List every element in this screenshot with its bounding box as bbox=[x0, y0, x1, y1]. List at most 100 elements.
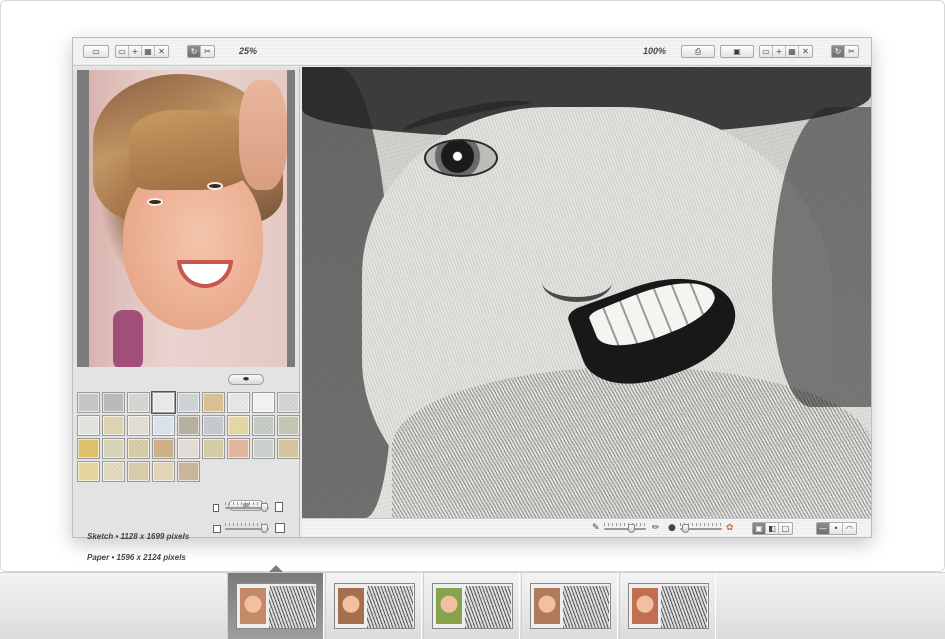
paper-swatch[interactable] bbox=[127, 415, 150, 436]
photo-hand bbox=[239, 80, 287, 190]
line-icon[interactable]: — bbox=[817, 523, 830, 534]
slider-knob[interactable] bbox=[628, 524, 635, 533]
sketch-size-label: Sketch • 1128 x 1699 pixels bbox=[87, 532, 190, 541]
dot-icon[interactable]: • bbox=[830, 523, 843, 534]
expand-icon[interactable]: ✕ bbox=[155, 46, 168, 57]
slider-ticks bbox=[604, 523, 648, 526]
paper-swatch[interactable] bbox=[151, 391, 176, 414]
paper-swatch[interactable] bbox=[127, 438, 150, 459]
paper-swatch[interactable] bbox=[152, 461, 175, 482]
thumbnail-photo bbox=[240, 588, 266, 624]
paper-swatch[interactable] bbox=[252, 392, 275, 413]
thumbnail-item[interactable] bbox=[619, 573, 716, 639]
paper-swatch[interactable] bbox=[202, 392, 225, 413]
preview-view-control[interactable]: ▭ + ▦ ✕ bbox=[759, 45, 813, 58]
thumbnail-photo bbox=[436, 588, 462, 624]
thumbnail-sketch bbox=[465, 586, 511, 628]
preview-edit-control[interactable]: ↻ ✂ bbox=[831, 45, 859, 58]
paper-swatch[interactable] bbox=[152, 415, 175, 436]
thumbnail-sketch bbox=[367, 586, 413, 628]
sketch-nose bbox=[542, 262, 612, 302]
rotate-icon[interactable]: ↻ bbox=[832, 46, 845, 57]
paper-swatch[interactable] bbox=[277, 438, 300, 459]
sketch-eye bbox=[424, 139, 498, 177]
paper-swatch[interactable] bbox=[77, 415, 100, 436]
eraser-button[interactable]: ⬬ bbox=[228, 374, 264, 385]
thumbnail-item[interactable] bbox=[521, 573, 618, 639]
fit-icon[interactable]: ▭ bbox=[760, 46, 773, 57]
save-button[interactable]: ▣ bbox=[720, 45, 754, 58]
paper-swatch[interactable] bbox=[277, 392, 300, 413]
fit-icon[interactable]: ▭ bbox=[116, 46, 129, 57]
plus-icon[interactable]: + bbox=[129, 46, 142, 57]
sketch-chin-shading bbox=[392, 367, 871, 518]
grid-icon[interactable]: ▦ bbox=[786, 46, 799, 57]
paper-swatch[interactable] bbox=[177, 461, 200, 482]
print-button[interactable]: ⎙ bbox=[681, 45, 715, 58]
paper-swatch[interactable] bbox=[177, 438, 200, 459]
sketch-preview[interactable] bbox=[302, 67, 871, 518]
thumbnail-image bbox=[530, 583, 611, 629]
paper-swatch[interactable] bbox=[277, 415, 300, 436]
paper-swatch[interactable] bbox=[202, 415, 225, 436]
paper-swatch[interactable] bbox=[127, 461, 150, 482]
left-panel: ⬬ ▥ Sketch • 1128 x 1699 pixels Paper • … bbox=[73, 67, 300, 562]
paper-swatch[interactable] bbox=[102, 438, 125, 459]
color-slider[interactable] bbox=[680, 523, 724, 533]
slider-knob[interactable] bbox=[261, 524, 268, 533]
folder-icon: ▭ bbox=[92, 46, 100, 56]
thumbnail-item[interactable] bbox=[227, 573, 324, 639]
paper-texture-grid bbox=[77, 391, 300, 482]
thick-pencil-icon: ✏ bbox=[652, 523, 660, 533]
paper-swatch[interactable] bbox=[102, 461, 125, 482]
dark-bg-icon[interactable]: ▣ bbox=[753, 523, 766, 534]
paper-swatch[interactable] bbox=[177, 392, 200, 413]
paper-swatch[interactable] bbox=[77, 461, 100, 482]
color-wheel-icon[interactable]: ✿ bbox=[726, 523, 734, 533]
paper-swatch[interactable] bbox=[227, 392, 250, 413]
paper-swatch[interactable] bbox=[152, 438, 175, 459]
original-photo bbox=[89, 70, 287, 367]
light-bg-icon[interactable]: □ bbox=[779, 523, 792, 534]
paper-size-slider[interactable] bbox=[225, 523, 269, 533]
thumbnail-sketch bbox=[269, 586, 315, 628]
toolbar: ▭ ▭ + ▦ ✕ ↻ ✂ 25% 100% ⎙ ▣ ▭ + ▦ ✕ ↻ ✂ bbox=[73, 38, 871, 66]
edit-segmented-control[interactable]: ↻ ✂ bbox=[187, 45, 215, 58]
stroke-mode-control[interactable]: — • ◠ bbox=[816, 522, 857, 535]
stroke-slider[interactable] bbox=[604, 523, 648, 533]
large-paper-icon bbox=[275, 523, 285, 533]
sketch-size-slider-group bbox=[213, 501, 298, 515]
scissors-icon[interactable]: ✂ bbox=[845, 46, 858, 57]
scissors-icon[interactable]: ✂ bbox=[201, 46, 214, 57]
preview-controls-bar: ✎ ✏ ● ✿ ▣ ◧ □ — • ◠ bbox=[302, 518, 871, 537]
slider-knob[interactable] bbox=[682, 524, 689, 533]
open-button[interactable]: ▭ bbox=[83, 45, 109, 58]
paper-size-slider-group bbox=[213, 522, 298, 536]
paper-swatch[interactable] bbox=[202, 438, 225, 459]
photo-eye-left bbox=[147, 198, 163, 206]
thumbnail-item[interactable] bbox=[325, 573, 422, 639]
paper-swatch[interactable] bbox=[77, 438, 100, 459]
background-mode-control[interactable]: ▣ ◧ □ bbox=[752, 522, 793, 535]
paper-swatch[interactable] bbox=[77, 392, 100, 413]
view-segmented-control[interactable]: ▭ + ▦ ✕ bbox=[115, 45, 169, 58]
thumbnail-item[interactable] bbox=[423, 573, 520, 639]
paper-swatch[interactable] bbox=[177, 415, 200, 436]
gray-circle-icon: ● bbox=[668, 523, 676, 533]
paper-swatch[interactable] bbox=[102, 392, 125, 413]
paper-swatch[interactable] bbox=[227, 438, 250, 459]
paper-swatch[interactable] bbox=[102, 415, 125, 436]
paper-swatch[interactable] bbox=[127, 392, 150, 413]
paper-swatch[interactable] bbox=[252, 438, 275, 459]
paper-swatch[interactable] bbox=[227, 415, 250, 436]
sketch-size-slider[interactable] bbox=[225, 502, 269, 512]
curve-icon[interactable]: ◠ bbox=[843, 523, 856, 534]
paper-swatch[interactable] bbox=[252, 415, 275, 436]
grid-icon[interactable]: ▦ bbox=[142, 46, 155, 57]
thin-pencil-icon: ✎ bbox=[592, 523, 600, 533]
slider-knob[interactable] bbox=[261, 503, 268, 512]
expand-icon[interactable]: ✕ bbox=[799, 46, 812, 57]
plus-icon[interactable]: + bbox=[773, 46, 786, 57]
rotate-icon[interactable]: ↻ bbox=[188, 46, 201, 57]
gradient-bg-icon[interactable]: ◧ bbox=[766, 523, 779, 534]
